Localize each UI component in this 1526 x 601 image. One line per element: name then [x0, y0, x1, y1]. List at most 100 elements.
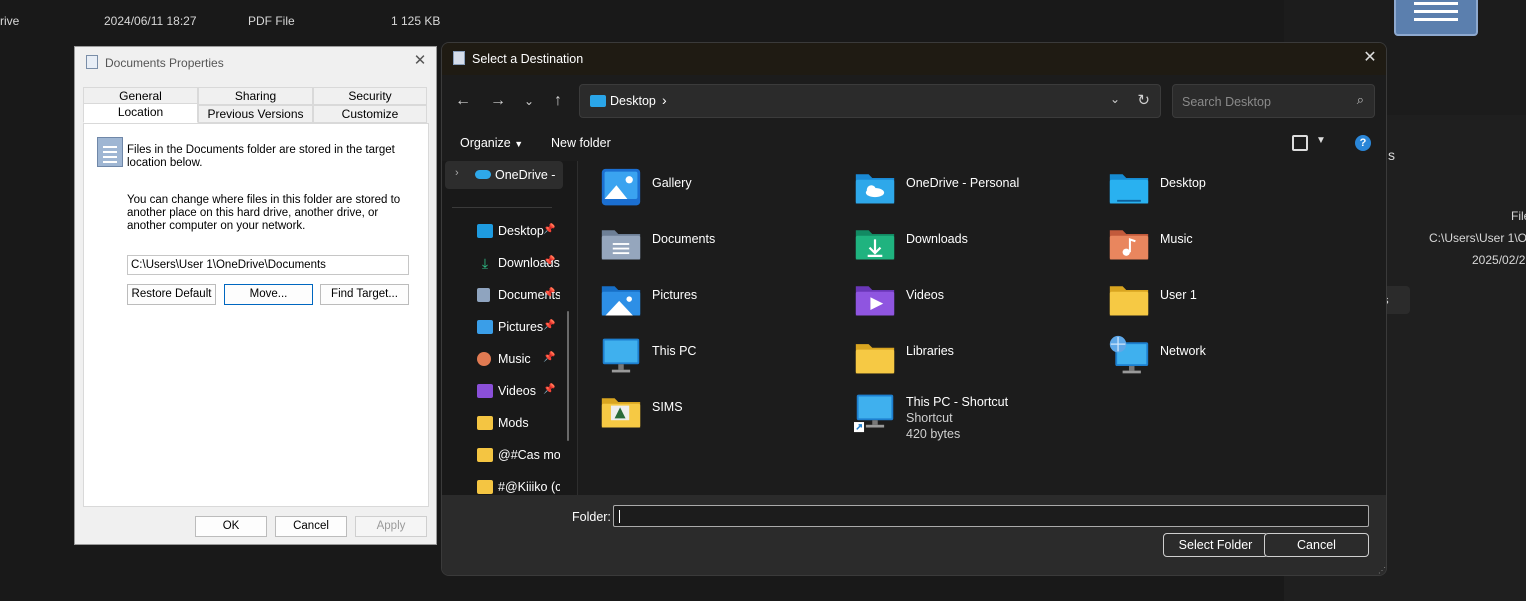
downloads-folder-icon [855, 230, 895, 260]
find-target-button[interactable]: Find Target... [320, 284, 409, 305]
cancel-button[interactable]: Cancel [1264, 533, 1369, 557]
ok-button[interactable]: OK [195, 516, 267, 537]
close-icon[interactable]: ✕ [412, 52, 428, 70]
dialog-title: Select a Destination [472, 52, 584, 66]
back-arrow-icon[interactable]: ← [453, 91, 473, 111]
dialog-footer: Folder: Select Folder Cancel ⋰ [442, 495, 1386, 575]
location-panel: Files in the Documents folder are stored… [83, 123, 429, 507]
tab-previous-versions[interactable]: Previous Versions [198, 105, 313, 123]
select-folder-button[interactable]: Select Folder [1163, 533, 1268, 557]
search-box[interactable]: Search Desktop ⌕ [1172, 84, 1375, 118]
dialog-icon [453, 51, 465, 65]
cancel-button[interactable]: Cancel [275, 516, 347, 537]
location-path-field[interactable]: C:\Users\User 1\OneDrive\Documents [127, 255, 409, 275]
properties-icon [86, 55, 98, 69]
move-button[interactable]: Move... [224, 284, 313, 305]
forward-arrow-icon[interactable]: → [488, 91, 508, 111]
nav-item-documents[interactable]: Documents 📌 [442, 281, 572, 309]
item-desktop[interactable]: Desktop [1106, 167, 1356, 219]
document-preview-icon [1394, 0, 1478, 36]
folder-icon [477, 448, 493, 462]
videos-icon [477, 384, 493, 398]
address-dropdown-icon[interactable]: ⌄ [1110, 92, 1120, 106]
view-dropdown-icon[interactable]: ▼ [1316, 135, 1326, 146]
select-destination-dialog: Select a Destination ✕ ← → ⌄ ↑ Desktop ›… [441, 42, 1387, 576]
pin-icon: 📌 [543, 256, 556, 267]
onedrive-folder-icon [855, 174, 895, 204]
pin-icon: 📌 [543, 288, 556, 299]
gallery-icon [601, 168, 641, 206]
pin-icon: 📌 [543, 224, 556, 235]
chevron-right-icon[interactable]: › [662, 92, 667, 108]
refresh-icon[interactable]: ↻ [1137, 91, 1150, 109]
tab-security[interactable]: Security [313, 87, 427, 105]
chevron-down-icon: ▼ [514, 139, 524, 149]
item-downloads[interactable]: Downloads [852, 223, 1102, 275]
search-icon: ⌕ [1356, 92, 1364, 107]
view-layout-icon[interactable] [1292, 135, 1308, 151]
pictures-icon [477, 320, 493, 334]
resize-grip-icon[interactable]: ⋰ [1378, 566, 1386, 575]
tab-sharing[interactable]: Sharing [198, 87, 313, 105]
item-network[interactable]: Network [1106, 335, 1356, 387]
nav-scrollbar[interactable] [567, 311, 569, 441]
item-pictures[interactable]: Pictures [598, 279, 848, 331]
item-documents[interactable]: Documents [598, 223, 848, 275]
documents-properties-dialog: Documents Properties ✕ General Sharing S… [74, 46, 437, 545]
folder-label: Folder: [572, 510, 611, 524]
item-user-1[interactable]: User 1 [1106, 279, 1356, 331]
item-sims[interactable]: SIMS [598, 391, 848, 443]
documents-icon [477, 288, 490, 302]
recent-locations-icon[interactable]: ⌄ [519, 91, 539, 111]
tab-customize[interactable]: Customize [313, 105, 427, 123]
navigation-bar: ← → ⌄ ↑ Desktop › ⌄ ↻ Search Desktop ⌕ [442, 75, 1386, 127]
document-icon [97, 137, 123, 167]
nav-item-cas-mods[interactable]: @#Cas mods [442, 441, 572, 469]
up-arrow-icon[interactable]: ↑ [548, 91, 568, 111]
search-placeholder: Search Desktop [1182, 95, 1271, 109]
help-icon[interactable]: ? [1355, 135, 1371, 151]
user-folder-icon [1109, 286, 1149, 316]
folder-input[interactable] [613, 505, 1369, 527]
nav-item-pictures[interactable]: Pictures 📌 [442, 313, 572, 341]
command-bar: Organize ▼ New folder ▼ ? [442, 127, 1386, 161]
desktop-icon [590, 95, 606, 107]
dialog-titlebar: Select a Destination ✕ [442, 43, 1386, 75]
address-bar[interactable]: Desktop › ⌄ ↻ [579, 84, 1161, 118]
folder-icon [477, 480, 493, 494]
navigation-pane: › OneDrive - Personal Desktop 📌 ⤓ Downlo… [442, 161, 577, 495]
nav-item-kiiiko[interactable]: #@Kiiiko (cl [442, 473, 572, 495]
new-folder-button[interactable]: New folder [551, 136, 611, 150]
item-this-pc[interactable]: This PC [598, 335, 848, 387]
expand-chevron-icon[interactable]: › [455, 167, 459, 179]
videos-folder-icon [855, 286, 895, 316]
item-gallery[interactable]: Gallery [598, 167, 848, 219]
organize-button[interactable]: Organize ▼ [460, 136, 523, 150]
music-folder-icon [1109, 230, 1149, 260]
bg-file-type: PDF File [248, 14, 295, 28]
item-this-pc-shortcut[interactable]: This PC - Shortcut Shortcut 420 bytes [852, 391, 1102, 443]
pictures-folder-icon [601, 286, 641, 316]
sims-folder-icon [601, 398, 641, 428]
tab-location[interactable]: Location [83, 103, 198, 123]
item-onedrive-personal[interactable]: OneDrive - Personal [852, 167, 1102, 219]
apply-button[interactable]: Apply [355, 516, 427, 537]
item-music[interactable]: Music [1106, 223, 1356, 275]
close-icon[interactable]: ✕ [1360, 48, 1380, 68]
desktop-icon [477, 224, 493, 238]
pin-icon: 📌 [543, 384, 556, 395]
item-videos[interactable]: Videos [852, 279, 1102, 331]
nav-item-onedrive[interactable]: › OneDrive - Personal [445, 161, 563, 189]
props-title: Documents Properties [105, 56, 224, 70]
nav-item-videos[interactable]: Videos 📌 [442, 377, 572, 405]
restore-default-button[interactable]: Restore Default [127, 284, 216, 305]
location-info-text: Files in the Documents folder are stored… [127, 144, 395, 169]
nav-item-desktop[interactable]: Desktop 📌 [442, 217, 572, 245]
nav-item-music[interactable]: Music 📌 [442, 345, 572, 373]
bg-file-date: 2024/06/11 18:27 [104, 14, 197, 28]
bg-file-size: 1 125 KB [391, 14, 441, 28]
nav-item-mods[interactable]: Mods [442, 409, 572, 437]
this-pc-icon [602, 338, 640, 373]
item-libraries[interactable]: Libraries [852, 335, 1102, 387]
nav-item-downloads[interactable]: ⤓ Downloads 📌 [442, 249, 572, 277]
